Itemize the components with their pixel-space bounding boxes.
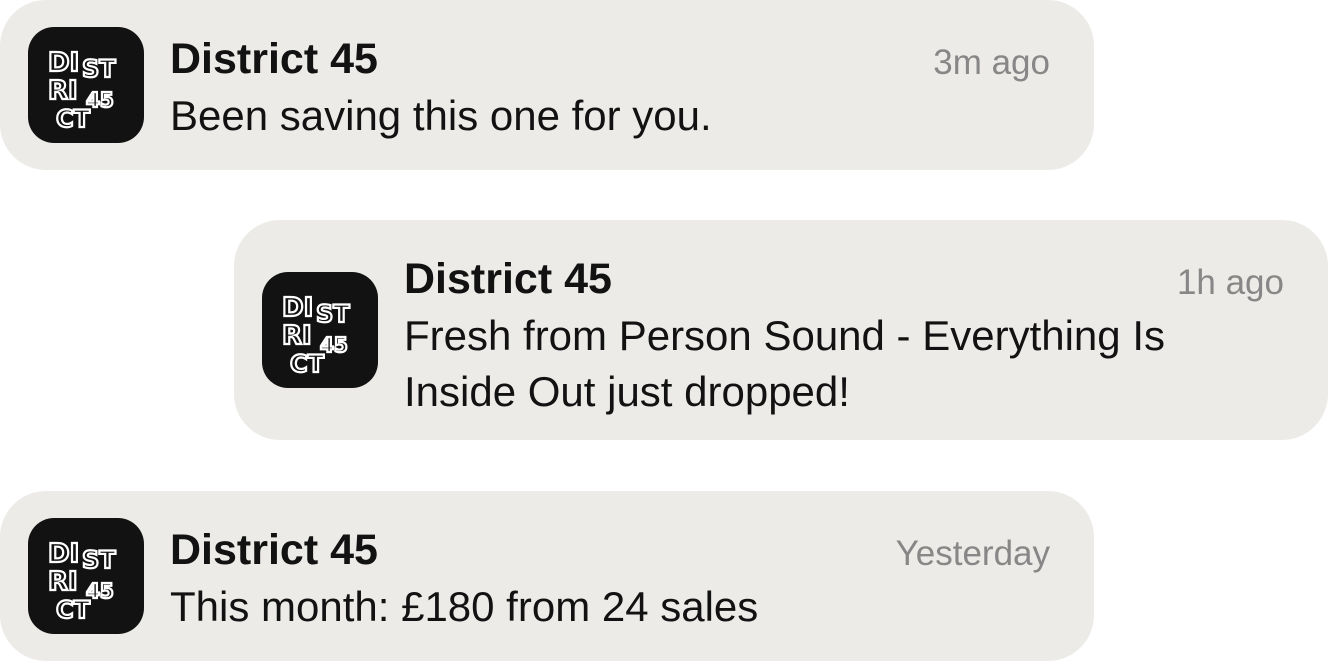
logo-text: CT — [56, 105, 91, 133]
district-45-logo-icon: DI ST RI 45 CT — [28, 518, 144, 634]
logo-text: RI — [48, 567, 78, 597]
logo-text: 45 — [86, 579, 114, 603]
notification-message: This month: £180 from 24 sales — [170, 583, 759, 630]
logo-text: CT — [290, 350, 325, 378]
notification-content: District 45 1h ago Fresh from Person Sou… — [404, 252, 1284, 420]
app-name: District 45 — [404, 255, 612, 303]
logo-text: DI — [48, 539, 79, 569]
timestamp: 1h ago — [1176, 263, 1284, 302]
notification-card[interactable]: DI ST RI 45 CT District 45 1h ago Fresh … — [234, 220, 1328, 440]
notification-message: Fresh from Person Sound - Everything Is … — [404, 312, 1165, 415]
logo-text: RI — [48, 76, 78, 106]
logo-text: ST — [316, 300, 350, 328]
notification-content: District 45 3m ago Been saving this one … — [170, 32, 1050, 144]
logo-text: DI — [282, 293, 313, 323]
logo-text: 45 — [86, 88, 114, 112]
notification-card[interactable]: DI ST RI 45 CT District 45 3m ago Been s… — [0, 0, 1094, 170]
logo-text: CT — [56, 596, 91, 624]
district-45-logo-icon: DI ST RI 45 CT — [28, 27, 144, 143]
logo-text: ST — [82, 55, 116, 83]
notification-message: Been saving this one for you. — [170, 92, 712, 139]
notification-card[interactable]: DI ST RI 45 CT District 45 Yesterday Thi… — [0, 491, 1094, 661]
logo-text: ST — [82, 546, 116, 574]
district-45-logo-icon: DI ST RI 45 CT — [262, 272, 378, 388]
app-name: District 45 — [170, 35, 378, 83]
timestamp: Yesterday — [895, 534, 1050, 573]
logo-text: 45 — [320, 333, 348, 357]
logo-text: DI — [48, 48, 79, 78]
timestamp: 3m ago — [933, 43, 1050, 82]
notification-content: District 45 Yesterday This month: £180 f… — [170, 523, 1050, 635]
logo-text: RI — [282, 321, 312, 351]
app-name: District 45 — [170, 526, 378, 574]
